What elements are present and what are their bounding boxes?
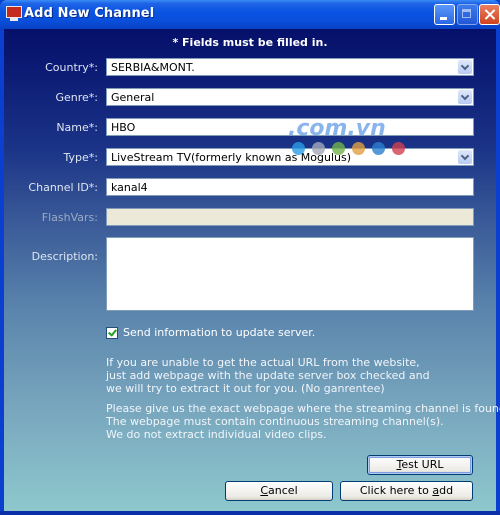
watermark-dot [292, 142, 305, 155]
description-textarea[interactable] [106, 237, 474, 311]
minimize-button[interactable] [434, 4, 455, 25]
name-label: Name*: [56, 121, 98, 134]
watermark-dot [312, 142, 325, 155]
info-text-webpage: Please give us the exact webpage where t… [106, 402, 500, 441]
name-input[interactable]: HBO [106, 118, 474, 136]
test-url-button[interactable]: Test URL [367, 455, 473, 475]
watermark-dot [332, 142, 345, 155]
chevron-down-icon[interactable] [458, 150, 472, 164]
add-label-rest: dd [439, 484, 454, 497]
country-select[interactable]: SERBIA&MONT. [106, 58, 474, 76]
monitor-icon [6, 6, 22, 18]
cancel-button[interactable]: Cancel [225, 481, 333, 501]
genre-select[interactable]: General [106, 88, 474, 106]
country-label: Country*: [45, 61, 98, 74]
info-text-extract: If you are unable to get the actual URL … [106, 356, 430, 395]
add-label-prefix: Click here to [359, 484, 433, 497]
dialog-body: * Fields must be filled in. Country*: SE… [4, 29, 500, 511]
channel-id-input[interactable]: kanal4 [106, 178, 474, 196]
flashvars-label: FlashVars: [41, 211, 98, 224]
chevron-down-icon[interactable] [458, 90, 472, 104]
chevron-down-icon[interactable] [458, 60, 472, 74]
required-fields-notice: * Fields must be filled in. [172, 36, 328, 49]
channel-id-label: Channel ID*: [28, 181, 98, 194]
window-title: Add New Channel [24, 6, 155, 21]
cancel-label: ancel [268, 484, 298, 497]
close-button[interactable] [479, 4, 500, 25]
send-update-checkbox[interactable] [106, 327, 118, 339]
add-channel-dialog: Add New Channel * Fields must be filled … [0, 0, 500, 515]
watermark-dot [352, 142, 365, 155]
genre-value: General [111, 91, 155, 104]
flashvars-input [106, 208, 474, 226]
genre-label: Genre*: [55, 91, 98, 104]
watermark-dot [372, 142, 385, 155]
name-value: HBO [111, 121, 136, 134]
type-select[interactable]: LiveStream TV(formerly known as Mogulus) [106, 148, 474, 166]
watermark-dot [392, 142, 405, 155]
test-url-label: est URL [401, 458, 444, 471]
type-label: Type*: [63, 151, 98, 164]
maximize-button[interactable] [457, 4, 478, 25]
watermark-dots [292, 140, 412, 159]
title-bar[interactable]: Add New Channel [0, 0, 500, 29]
add-channel-button[interactable]: Click here to add [340, 481, 473, 501]
country-value: SERBIA&MONT. [111, 61, 195, 74]
description-label: Description: [31, 250, 98, 263]
window-bottom-border [0, 511, 500, 515]
channel-id-value: kanal4 [111, 181, 148, 194]
monitor-stand-icon [10, 18, 18, 21]
send-update-label[interactable]: Send information to update server. [123, 326, 315, 339]
cancel-mnemonic: C [260, 484, 269, 497]
